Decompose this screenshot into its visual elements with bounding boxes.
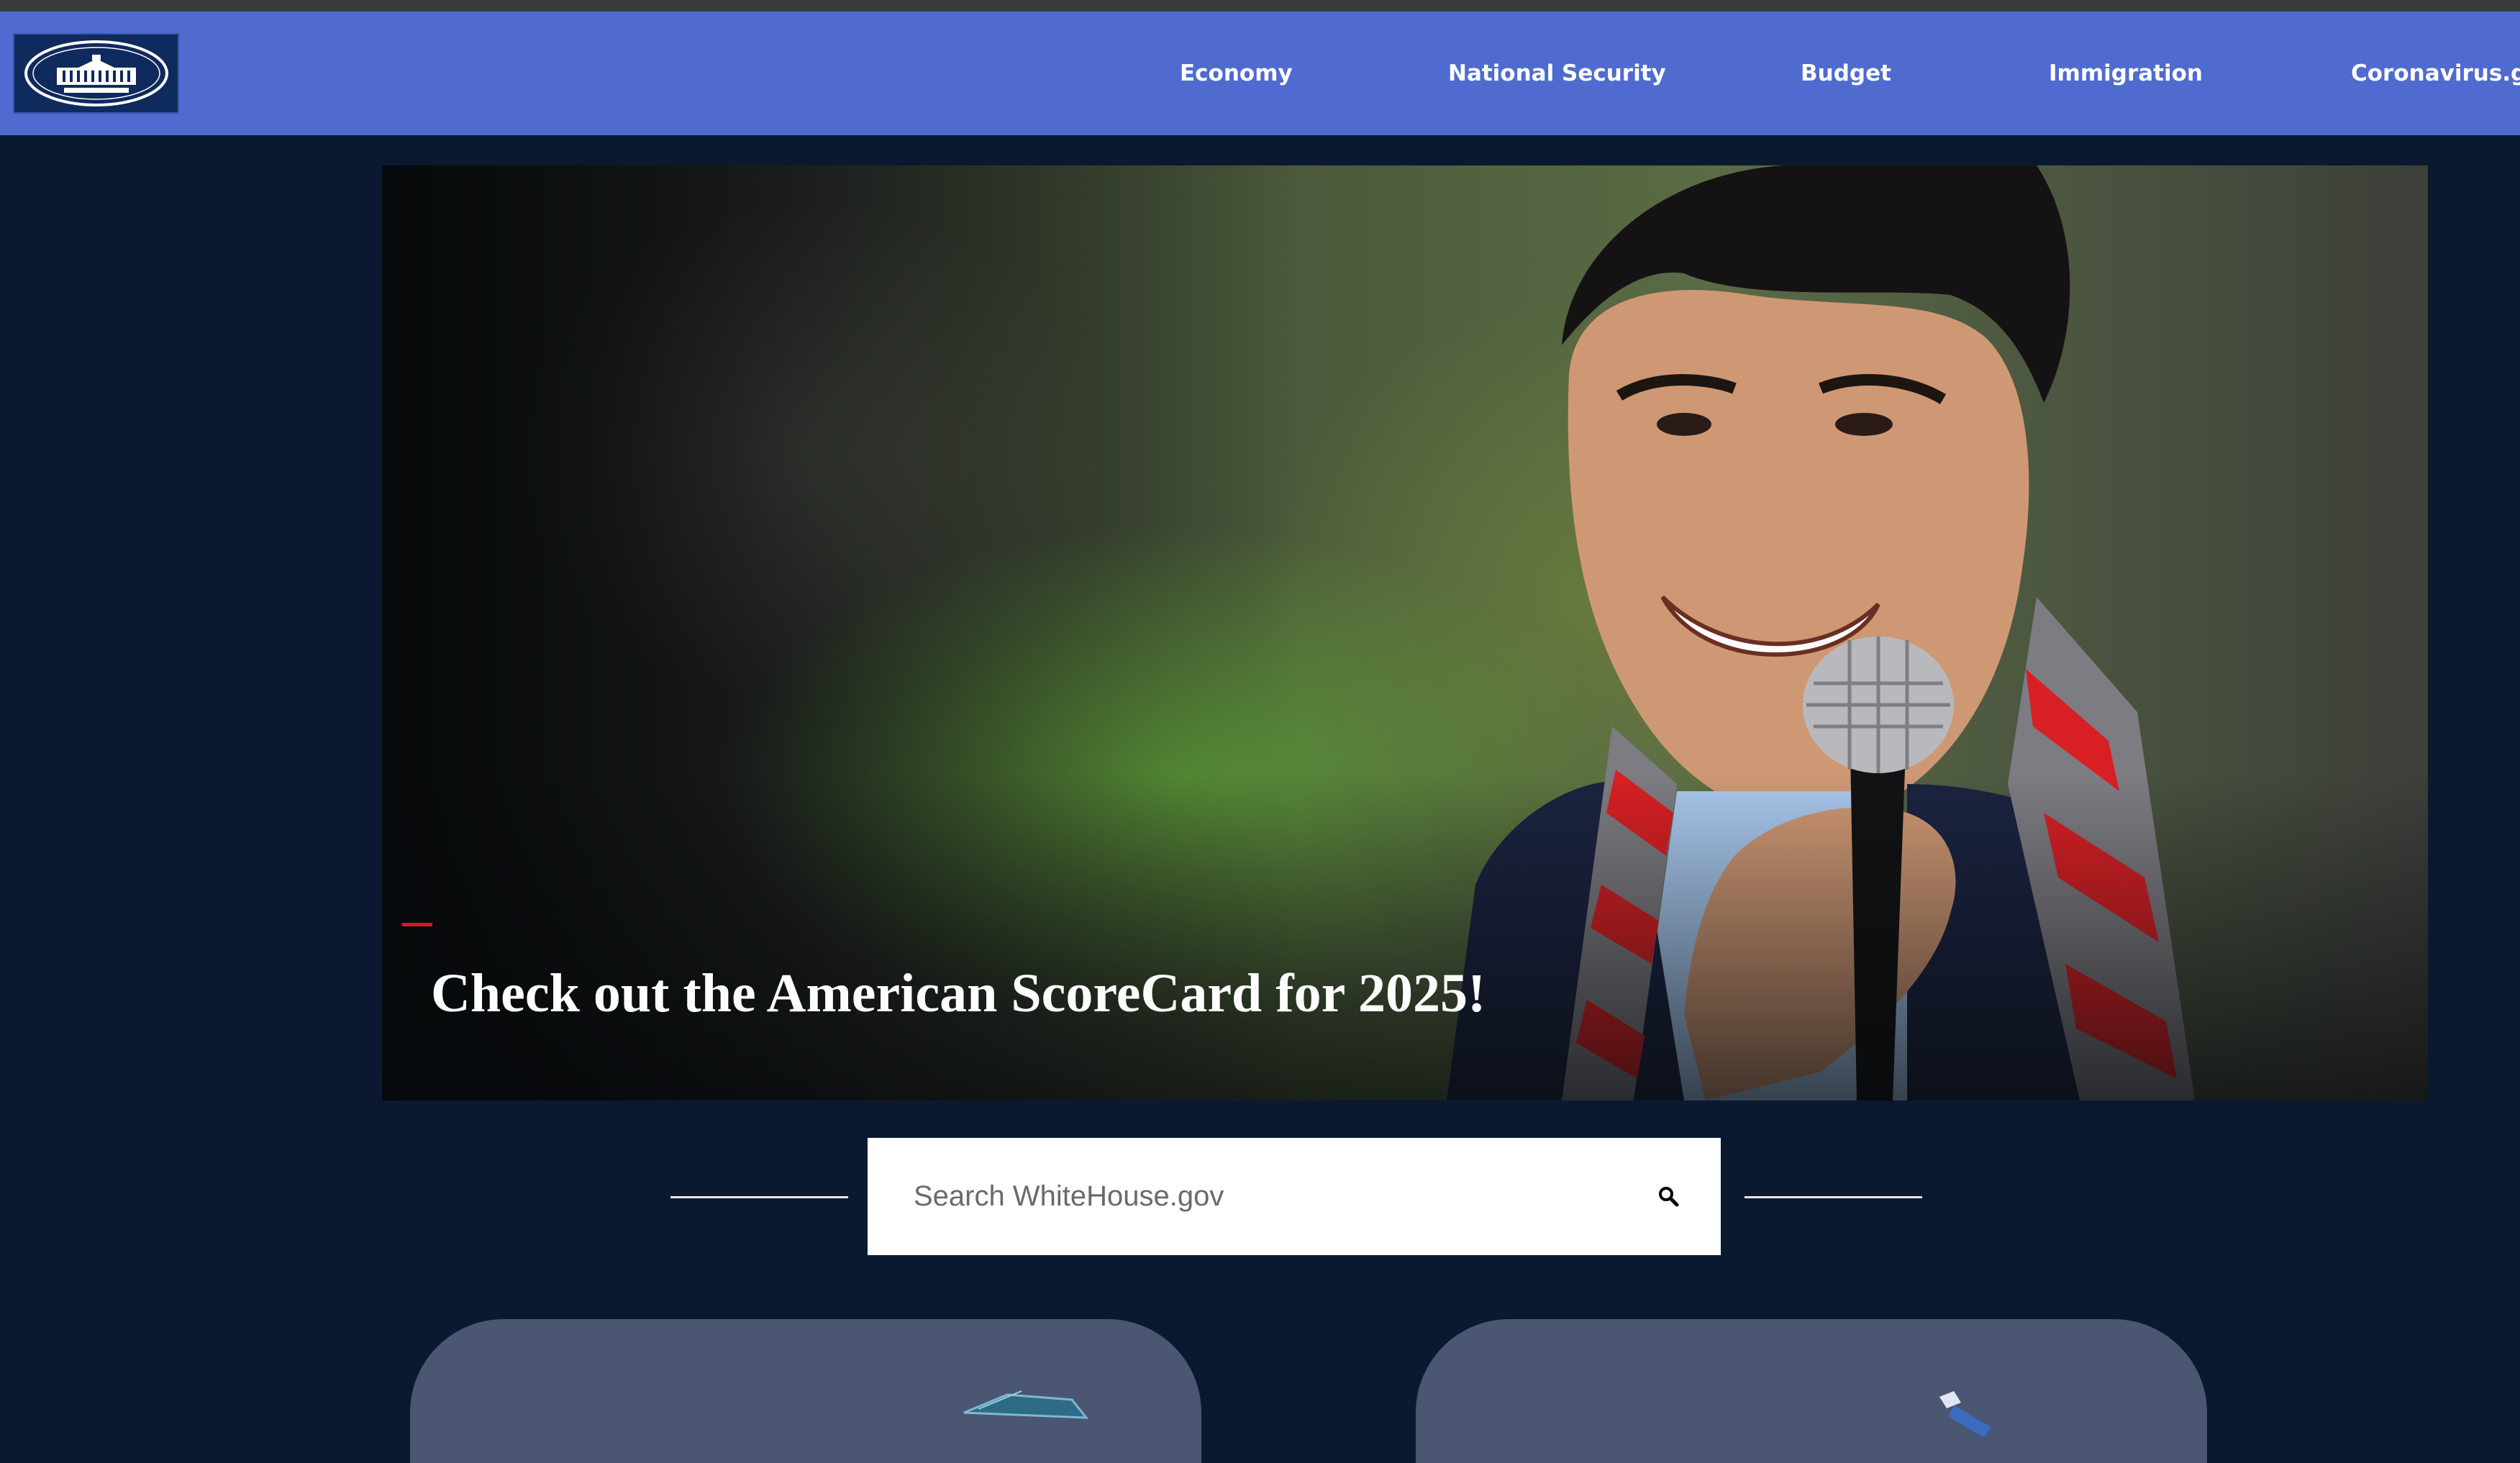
hero-accent-bar	[402, 923, 432, 926]
search-divider-left	[670, 1196, 848, 1198]
search-button[interactable]	[1645, 1172, 1692, 1220]
browser-top-strip	[0, 0, 2520, 12]
card-illustration-icon	[1939, 1391, 1991, 1438]
search-input[interactable]	[868, 1138, 1616, 1255]
nav-economy[interactable]: Economy	[1180, 12, 1293, 135]
white-house-logo[interactable]	[13, 33, 179, 114]
hero-headline[interactable]: Check out the American ScoreCard for 202…	[431, 962, 1486, 1025]
search-divider-right	[1745, 1196, 1922, 1198]
white-house-seal-icon	[24, 40, 168, 106]
nav-coronavirus[interactable]: Coronavirus.gov	[2351, 12, 2520, 135]
feature-card-2[interactable]	[1416, 1319, 2207, 1463]
feature-card-1[interactable]	[410, 1319, 1201, 1463]
nav-budget[interactable]: Budget	[1801, 12, 1891, 135]
card-illustration-icon	[963, 1390, 1089, 1419]
nav-immigration[interactable]: Immigration	[2049, 12, 2203, 135]
site-navbar: Economy National Security Budget Immigra…	[0, 12, 2520, 135]
hero-vignette	[382, 165, 2428, 1100]
hero-banner[interactable]: Check out the American ScoreCard for 202…	[382, 165, 2428, 1100]
search-box	[868, 1138, 1721, 1255]
search-icon	[1659, 1187, 1679, 1207]
nav-national-security[interactable]: National Security	[1448, 12, 1666, 135]
